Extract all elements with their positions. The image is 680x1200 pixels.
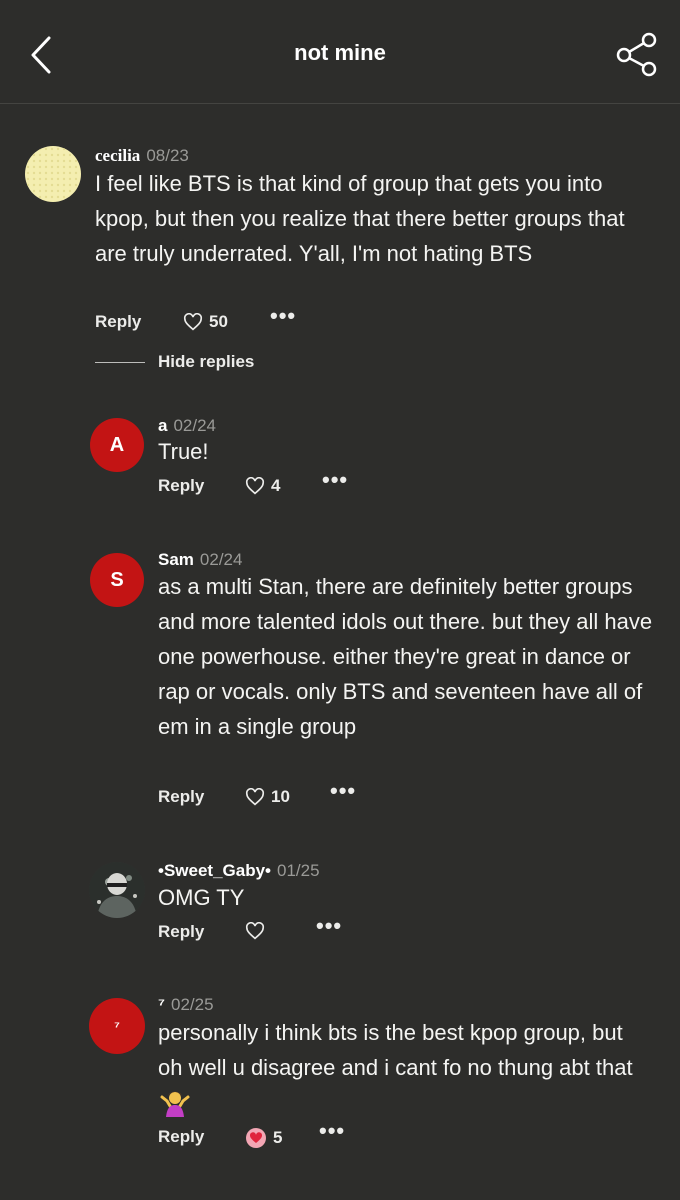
share-button[interactable] [616, 30, 660, 80]
reply-text: personally i think bts is the best kpop … [158, 1015, 653, 1120]
comment-actions: Reply 50 ••• [95, 303, 315, 336]
reply-actions: Reply 4 ••• [158, 467, 378, 500]
like-button[interactable]: 10 [245, 787, 290, 807]
hide-replies-label: Hide replies [158, 352, 255, 371]
avatar-letter: A [109, 433, 125, 456]
username[interactable]: •Sweet_Gaby• [158, 861, 271, 880]
reply-text: OMG TY [158, 885, 245, 910]
like-count: 5 [273, 1128, 283, 1147]
reply-actions: Reply 10 ••• [158, 778, 378, 811]
like-count: 4 [271, 476, 281, 495]
heart-icon [245, 788, 265, 806]
reply-text-content: personally i think bts is the best kpop … [158, 1020, 633, 1080]
reply-actions: Reply ••• [158, 913, 378, 946]
page-title: not mine [294, 40, 386, 65]
heart-icon [183, 313, 203, 331]
like-count: 10 [271, 787, 290, 806]
reply-meta: Sam 02/24 [158, 550, 242, 570]
more-dots-icon[interactable]: ••• [330, 778, 356, 804]
reply-button[interactable]: Reply [158, 476, 204, 496]
profile-photo-image [89, 862, 145, 918]
more-dots-icon[interactable]: ••• [319, 1118, 345, 1144]
comment-text: I feel like BTS is that kind of group th… [95, 171, 625, 266]
avatar[interactable] [25, 146, 81, 202]
username[interactable]: Sam [158, 550, 194, 569]
like-button[interactable]: 5 [245, 1127, 282, 1149]
reply-meta: •Sweet_Gaby• 01/25 [158, 861, 320, 881]
like-button[interactable]: 50 [183, 312, 228, 332]
more-dots-icon[interactable]: ••• [270, 303, 296, 329]
person-shrugging-emoji [160, 1091, 190, 1117]
comment-meta: cecilia 08/23 [95, 146, 189, 166]
reply-actions: Reply 5 ••• [158, 1118, 378, 1151]
like-button[interactable] [245, 922, 271, 940]
reply-button[interactable]: Reply [158, 922, 204, 942]
like-count: 50 [209, 312, 228, 331]
reply-date: 02/24 [199, 550, 243, 569]
avatar-letter: ⁷ [114, 1018, 120, 1034]
heart-icon [245, 922, 265, 940]
reply-meta: ⁷ 02/25 [158, 995, 214, 1015]
reply-date: 02/24 [173, 416, 217, 435]
reply-date: 01/25 [277, 861, 320, 880]
divider-line [95, 361, 145, 363]
share-icon [616, 32, 657, 77]
more-dots-icon[interactable]: ••• [316, 913, 342, 939]
reply-button[interactable]: Reply [158, 1127, 204, 1147]
heart-eyes-reaction-icon [246, 1128, 266, 1148]
reply-button[interactable]: Reply [158, 787, 204, 807]
reply-button[interactable]: Reply [95, 312, 141, 332]
heart-icon [245, 477, 265, 495]
like-button[interactable]: 4 [245, 476, 280, 496]
top-bar: not mine [0, 0, 680, 104]
avatar[interactable]: A [90, 418, 144, 472]
comment-date: 08/23 [146, 146, 189, 165]
pattern-avatar-image [25, 146, 81, 202]
avatar[interactable]: S [90, 553, 144, 607]
reply-date: 02/25 [171, 995, 214, 1014]
reply-text: True! [158, 439, 209, 464]
avatar[interactable] [89, 862, 145, 918]
more-dots-icon[interactable]: ••• [322, 467, 348, 493]
hide-replies-button[interactable]: Hide replies [95, 352, 254, 372]
reply-meta: a 02/24 [158, 416, 216, 436]
avatar[interactable]: ⁷ [89, 998, 145, 1054]
avatar-letter: S [110, 568, 124, 591]
username[interactable]: cecilia [95, 146, 140, 165]
username[interactable]: ⁷ [158, 995, 165, 1014]
username[interactable]: a [158, 416, 167, 435]
reply-text: as a multi Stan, there are definitely be… [158, 574, 653, 739]
